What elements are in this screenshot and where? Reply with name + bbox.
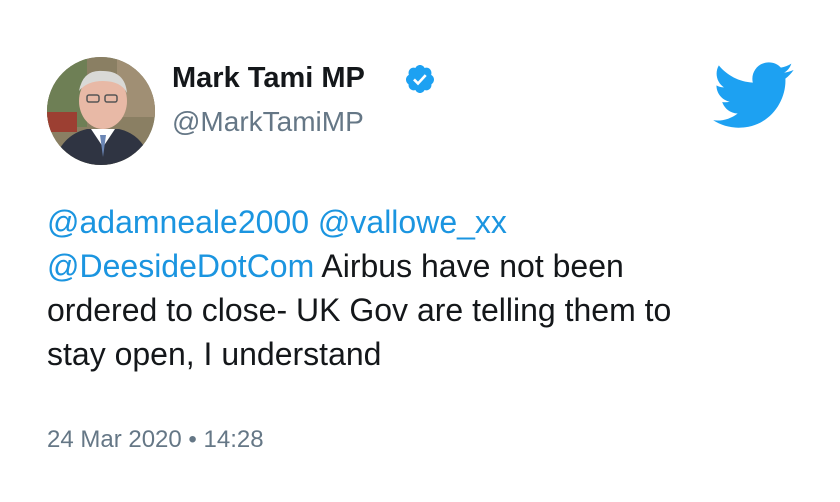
mention-link[interactable]: @DeesideDotCom	[47, 248, 314, 284]
mention-link[interactable]: @vallowe_xx	[318, 204, 507, 240]
author-handle[interactable]: @MarkTamiMP	[172, 104, 364, 140]
tweet-card: Mark Tami MP @MarkTamiMP @adamneale2000 …	[0, 0, 840, 502]
twitter-bird-icon[interactable]	[712, 62, 796, 130]
avatar-image	[47, 57, 155, 165]
verified-badge-icon	[405, 65, 434, 93]
tweet-timestamp[interactable]: 24 Mar 2020 • 14:28	[47, 424, 264, 456]
tweet-line-1: @adamneale2000 @vallowe_xx	[47, 200, 807, 244]
tweet-line-2: @DeesideDotCom Airbus have not been	[47, 244, 807, 288]
tweet-text: @adamneale2000 @vallowe_xx @DeesideDotCo…	[47, 200, 807, 376]
tweet-body-text: Airbus have not been	[314, 248, 624, 284]
mention-link[interactable]: @adamneale2000	[47, 204, 309, 240]
mention-separator	[309, 204, 318, 240]
author-avatar[interactable]	[47, 57, 155, 165]
author-name[interactable]: Mark Tami MP	[172, 60, 365, 96]
tweet-line-3: ordered to close- UK Gov are telling the…	[47, 292, 672, 328]
tweet-line-4: stay open, I understand	[47, 336, 382, 372]
